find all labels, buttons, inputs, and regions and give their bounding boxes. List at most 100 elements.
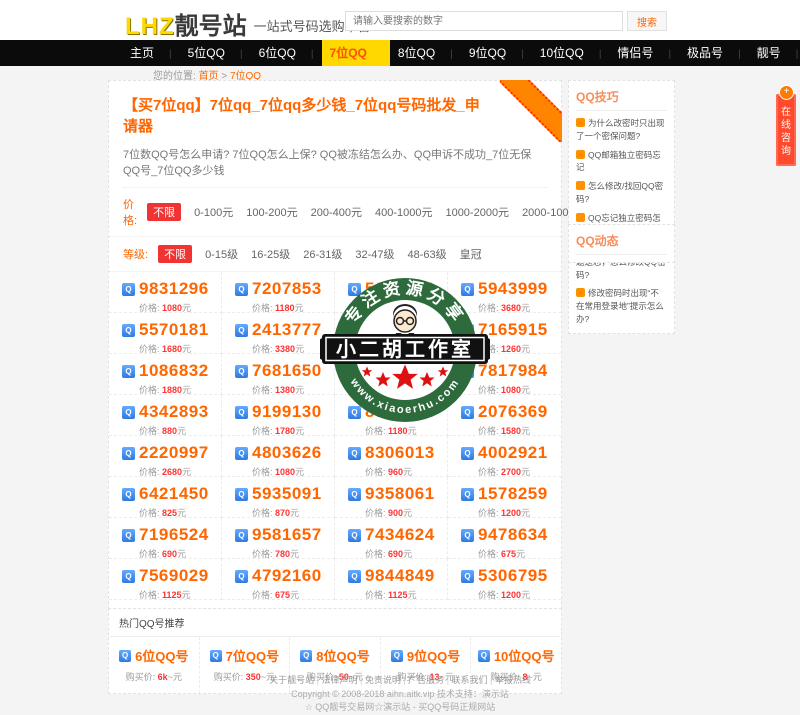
qq-number-card[interactable]: Q 6421450 价格: 825元 <box>109 477 222 518</box>
level-filter-option[interactable]: 0-15级 <box>205 246 238 262</box>
level-filter-option[interactable]: 不限 <box>158 245 192 263</box>
footer-link[interactable]: 关于靓号站 <box>269 675 321 685</box>
qq-number-card[interactable]: Q 7681650 价格: 1380元 <box>222 354 335 395</box>
tip-link[interactable]: QQ邮箱独立密码忘记 <box>576 149 667 175</box>
qq-number-row: Q 5935091 <box>235 484 334 504</box>
consult-plus-icon[interactable]: + <box>779 85 794 100</box>
qq-number-card[interactable]: Q 1086832 价格: 1880元 <box>109 354 222 395</box>
qq-number-row: Q 2076369 <box>461 402 561 422</box>
qq-number-card[interactable]: Q 9581657 价格: 780元 <box>222 518 335 559</box>
qq-number: 9199130 <box>252 402 322 422</box>
qq-number-card[interactable]: Q 9831296 价格: 1080元 <box>109 272 222 313</box>
qq-number-card[interactable]: Q 4803626 价格: 1080元 <box>222 436 335 477</box>
nav-item[interactable]: 情侣号 <box>609 40 679 66</box>
level-filter-option[interactable]: 16-25级 <box>251 246 290 262</box>
qq-icon: Q <box>235 324 248 337</box>
qq-number-card[interactable]: Q 9199130 价格: 1780元 <box>222 395 335 436</box>
price-unit: 元 <box>177 426 186 436</box>
qq-number-card[interactable]: Q 5943999 价格: 3680元 <box>448 272 561 313</box>
price-filter-option[interactable]: 400-1000元 <box>375 204 433 220</box>
sidebar-news-title: QQ动态 <box>576 232 667 255</box>
price-label: 价格: <box>478 508 499 518</box>
footer-link[interactable]: 法律声明 <box>321 675 364 685</box>
qq-number-card[interactable]: Q 7434624 价格: 690元 <box>335 518 448 559</box>
qq-number-card[interactable]: Q 9478634 价格: 675元 <box>448 518 561 559</box>
qq-icon: Q <box>461 570 474 583</box>
price-unit: 元 <box>295 385 304 395</box>
footer-link[interactable]: 广告服务 <box>408 675 451 685</box>
nav-item[interactable]: 6位QQ <box>251 40 322 66</box>
nav-item[interactable]: 极品号 <box>679 40 749 66</box>
qq-icon: Q <box>461 488 474 501</box>
qq-number-row: Q 7196524 <box>122 525 221 545</box>
price-label: 价格: <box>252 303 273 313</box>
nav-item[interactable]: 靓号 <box>749 40 800 66</box>
price-value: 1260 <box>501 344 521 354</box>
search-button[interactable]: 搜索 <box>627 11 667 31</box>
site-logo[interactable]: LHZ靓号站一站式号码选购平台 <box>125 6 371 41</box>
price-unit: 元 <box>521 426 530 436</box>
qq-number: 4342893 <box>139 402 209 422</box>
price-filter-option[interactable]: 1000-2000元 <box>445 204 509 220</box>
price-value: 2700 <box>501 467 521 477</box>
qq-number-card[interactable]: Q 5570181 价格: 1680元 <box>109 313 222 354</box>
nav-item[interactable]: 主页 <box>122 40 180 66</box>
price-filter-option[interactable]: 0-100元 <box>194 204 233 220</box>
level-filter-option[interactable]: 48-63级 <box>408 246 447 262</box>
level-filter-option[interactable]: 32-47级 <box>355 246 394 262</box>
qq-number-card[interactable]: Q 9844849 价格: 1125元 <box>335 559 448 600</box>
price-label: 价格: <box>139 590 160 600</box>
qq-number-row: Q 9844849 <box>348 566 447 586</box>
qq-number-row: Q 7817984 <box>461 361 561 381</box>
qq-number-card[interactable]: Q 7131059 价格: 1480元 <box>335 313 448 354</box>
qq-number-card[interactable]: Q 9358061 价格: 900元 <box>335 477 448 518</box>
price-value: 1080 <box>162 303 182 313</box>
level-filter-option[interactable]: 26-31级 <box>303 246 342 262</box>
price-unit: 元 <box>182 385 191 395</box>
search-input[interactable] <box>345 11 623 31</box>
qq-number-card[interactable]: Q 2220997 价格: 2680元 <box>109 436 222 477</box>
qq-icon: Q <box>348 365 361 378</box>
tip-link[interactable]: 怎么修改/找回QQ密码? <box>576 180 667 206</box>
qq-number-card[interactable]: Q 5935091 价格: 870元 <box>222 477 335 518</box>
qq-number-card[interactable]: Q 4002921 价格: 2700元 <box>448 436 561 477</box>
nav-item[interactable]: 5位QQ <box>180 40 251 66</box>
qq-number-card[interactable]: Q 8306013 价格: 960元 <box>335 436 448 477</box>
hot-card-name: 8位QQ号 <box>316 646 369 665</box>
tip-link[interactable]: 修改密码时出现“不在常用登录地”提示怎么办? <box>576 287 667 325</box>
qq-number-card[interactable]: Q 1578259 价格: 1200元 <box>448 477 561 518</box>
qq-number-card[interactable]: Q 2076369 价格: 1580元 <box>448 395 561 436</box>
price-filter-option[interactable]: 不限 <box>147 203 181 221</box>
qq-number-card[interactable]: Q 8897403 价格: 1180元 <box>335 395 448 436</box>
level-filter-option[interactable]: 皇冠 <box>460 246 482 262</box>
price-unit: 元 <box>182 467 191 477</box>
price-unit: 元 <box>182 344 191 354</box>
footer-link[interactable]: 联系我们 <box>452 675 495 685</box>
qq-number-row: Q 2413777 <box>235 320 334 340</box>
online-consult-tab[interactable]: 在线咨询 <box>776 94 796 166</box>
qq-number-card[interactable]: Q 7817984 价格: 1080元 <box>448 354 561 395</box>
price-filter-option[interactable]: 100-200元 <box>246 204 297 220</box>
qq-number-card[interactable]: Q 4792160 价格: 675元 <box>222 559 335 600</box>
nav-item[interactable]: 8位QQ <box>390 40 461 66</box>
qq-number-card[interactable]: Q 8262573 价格: 1280元 <box>335 354 448 395</box>
price-unit: 元 <box>408 344 417 354</box>
qq-number-card[interactable]: Q 4342893 价格: 880元 <box>109 395 222 436</box>
footer-link[interactable]: 举报热线 <box>495 675 531 685</box>
qq-number-card[interactable]: Q 7207853 价格: 1180元 <box>222 272 335 313</box>
qq-number-card[interactable]: Q 7165915 价格: 1260元 <box>448 313 561 354</box>
qq-number-row: Q 4803626 <box>235 443 334 463</box>
price-unit: 元 <box>182 590 191 600</box>
qq-number-card[interactable]: Q 2413777 价格: 3380元 <box>222 313 335 354</box>
qq-number-card[interactable]: Q 5695026 价格: 1180元 <box>335 272 448 313</box>
nav-item[interactable]: 10位QQ <box>532 40 610 66</box>
qq-number-card[interactable]: Q 5306795 价格: 1200元 <box>448 559 561 600</box>
qq-number-card[interactable]: Q 7569029 价格: 1125元 <box>109 559 222 600</box>
price-filter-option[interactable]: 200-400元 <box>311 204 362 220</box>
tip-link[interactable]: 为什么改密时只出现了一个密保问题? <box>576 117 667 143</box>
qq-number: 9358061 <box>365 484 435 504</box>
nav-item[interactable]: 7位QQ <box>322 40 390 66</box>
footer-link[interactable]: 免责说明 <box>365 675 408 685</box>
nav-item[interactable]: 9位QQ <box>461 40 532 66</box>
qq-number-card[interactable]: Q 7196524 价格: 690元 <box>109 518 222 559</box>
